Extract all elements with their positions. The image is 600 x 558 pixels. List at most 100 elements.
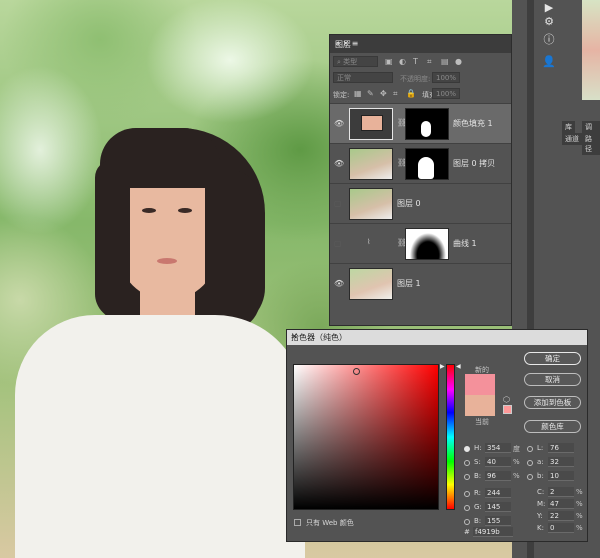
radio-h[interactable]: [464, 446, 470, 452]
hue-arrow-left-icon[interactable]: ▶: [440, 363, 445, 370]
radio-l[interactable]: [527, 446, 533, 452]
pixel-filter-icon[interactable]: ▣: [385, 57, 393, 66]
ok-button[interactable]: 确定: [524, 352, 581, 365]
layer-name[interactable]: 图层 0 拷贝: [453, 158, 495, 169]
shape-filter-icon[interactable]: ⌗: [427, 57, 432, 67]
layer-row-layer-0-copy[interactable]: 👁 ⛓ 图层 0 拷贝: [330, 143, 511, 183]
person-icon[interactable]: 👤: [541, 54, 557, 70]
filter-row: ⌕ 类型 ▣ ◐ T ⌗ ▤ ●: [330, 56, 511, 70]
y-input[interactable]: 22: [548, 511, 574, 521]
text-filter-icon[interactable]: T: [413, 57, 418, 66]
layer-thumbnail[interactable]: [349, 148, 393, 180]
color-libraries-button[interactable]: 颜色库: [524, 420, 581, 433]
lock-move-icon[interactable]: ✥: [380, 89, 387, 98]
m-input[interactable]: 47: [548, 499, 574, 509]
eye-left-shape: [142, 208, 156, 213]
tab-paths[interactable]: 路径: [582, 133, 600, 155]
hair-left-shape: [95, 160, 130, 320]
g-input[interactable]: 145: [485, 502, 511, 512]
hue-slider[interactable]: [446, 364, 455, 510]
web-safe-swatch[interactable]: [503, 405, 512, 414]
b-unit: %: [513, 472, 520, 480]
k-input[interactable]: 0: [548, 523, 574, 533]
radio-lab-b[interactable]: [527, 474, 533, 480]
current-color-swatch[interactable]: [465, 395, 495, 416]
s-input[interactable]: 40: [485, 457, 511, 467]
radio-blue[interactable]: [464, 519, 470, 525]
layer-row-layer-0[interactable]: ▢ 图层 0: [330, 183, 511, 223]
panel-menu-icon[interactable]: « ✕ ≡: [335, 39, 507, 48]
b-input[interactable]: 96: [485, 471, 511, 481]
h-input[interactable]: 354: [485, 443, 511, 453]
c-label: C:: [537, 488, 545, 496]
blue-label: B:: [474, 517, 482, 525]
y-label: Y:: [537, 512, 543, 520]
info-icon[interactable]: ⓘ: [541, 32, 557, 48]
layer-thumbnail[interactable]: [349, 268, 393, 300]
visibility-empty-icon[interactable]: ▢: [334, 199, 342, 208]
fill-input[interactable]: 100%: [432, 88, 460, 99]
a-input[interactable]: 32: [548, 457, 574, 467]
tab-library[interactable]: 库: [562, 121, 575, 133]
tab-channels[interactable]: 通道: [562, 133, 582, 145]
web-only-checkbox[interactable]: [294, 519, 301, 526]
close-icon[interactable]: ✕: [291, 332, 582, 341]
layer-row-layer-1[interactable]: 👁 图层 1: [330, 263, 511, 303]
visibility-eye-icon[interactable]: 👁: [334, 159, 344, 168]
radio-r[interactable]: [464, 491, 470, 497]
h-label: H:: [474, 444, 482, 452]
g-label: G:: [474, 503, 482, 511]
navigator-thumbnail: [582, 0, 600, 100]
fill-thumbnail[interactable]: [349, 108, 393, 140]
cancel-button[interactable]: 取消: [524, 373, 581, 386]
blue-input[interactable]: 155: [485, 516, 511, 526]
hex-input[interactable]: f4919b: [473, 527, 513, 537]
m-label: M:: [537, 500, 546, 508]
k-unit: %: [576, 524, 583, 532]
visibility-eye-icon[interactable]: 👁: [334, 279, 344, 288]
layer-name[interactable]: 曲线 1: [453, 238, 477, 249]
filter-toggle-icon[interactable]: ●: [455, 57, 462, 66]
visibility-eye-icon[interactable]: 👁: [334, 119, 344, 128]
l-input[interactable]: 76: [548, 443, 574, 453]
cube-warning-icon[interactable]: ⬡: [503, 395, 510, 404]
c-input[interactable]: 2: [548, 487, 574, 497]
lab-b-input[interactable]: 10: [548, 471, 574, 481]
lock-paint-icon[interactable]: ✎: [367, 89, 374, 98]
lock-artboard-icon[interactable]: ⌗: [393, 89, 398, 99]
hex-label: #: [464, 528, 470, 536]
layer-name[interactable]: 颜色填充 1: [453, 118, 493, 129]
smart-filter-icon[interactable]: ▤: [441, 57, 449, 66]
hue-arrow-right-icon[interactable]: ◀: [456, 363, 461, 370]
mask-thumbnail[interactable]: [405, 108, 449, 140]
add-to-swatches-button[interactable]: 添加到色板: [524, 396, 581, 409]
layer-name[interactable]: 图层 0: [397, 198, 421, 209]
mask-thumbnail[interactable]: [405, 228, 449, 260]
layers-panel-header: 图层 « ✕ ≡: [330, 35, 511, 53]
blend-mode-select[interactable]: 正常: [333, 72, 393, 83]
adjustment-filter-icon[interactable]: ◐: [399, 57, 406, 66]
layer-thumbnail[interactable]: [349, 188, 393, 220]
opacity-input[interactable]: 100%: [432, 72, 460, 83]
layer-row-curves-1[interactable]: ▢ ⌇ ⛓ 曲线 1: [330, 223, 511, 263]
radio-s[interactable]: [464, 460, 470, 466]
fill-color-swatch: [361, 115, 383, 131]
visibility-empty-icon[interactable]: ▢: [334, 239, 342, 248]
color-field-cursor[interactable]: [353, 368, 360, 375]
layer-name[interactable]: 图层 1: [397, 278, 421, 289]
lips-shape: [157, 258, 177, 264]
adjustments-icon[interactable]: ⚙: [541, 14, 557, 30]
color-picker-dialog: 拾色器（纯色） ✕ ▶ ◀ 新的 当前 ⬡ 确定 取消 添加到色板 颜色库 H:…: [286, 329, 588, 542]
r-input[interactable]: 244: [485, 488, 511, 498]
hair-right-shape: [205, 170, 260, 330]
radio-b[interactable]: [464, 474, 470, 480]
r-label: R:: [474, 489, 482, 497]
lock-all-icon[interactable]: 🔒: [406, 89, 416, 98]
filter-type-select[interactable]: ⌕ 类型: [333, 56, 378, 67]
color-field[interactable]: [293, 364, 439, 510]
lock-transparent-icon[interactable]: ▦: [354, 89, 362, 98]
layer-row-color-fill-1[interactable]: 👁 ⛓ 颜色填充 1: [330, 103, 511, 143]
mask-thumbnail[interactable]: [405, 148, 449, 180]
radio-a[interactable]: [527, 460, 533, 466]
radio-g[interactable]: [464, 505, 470, 511]
